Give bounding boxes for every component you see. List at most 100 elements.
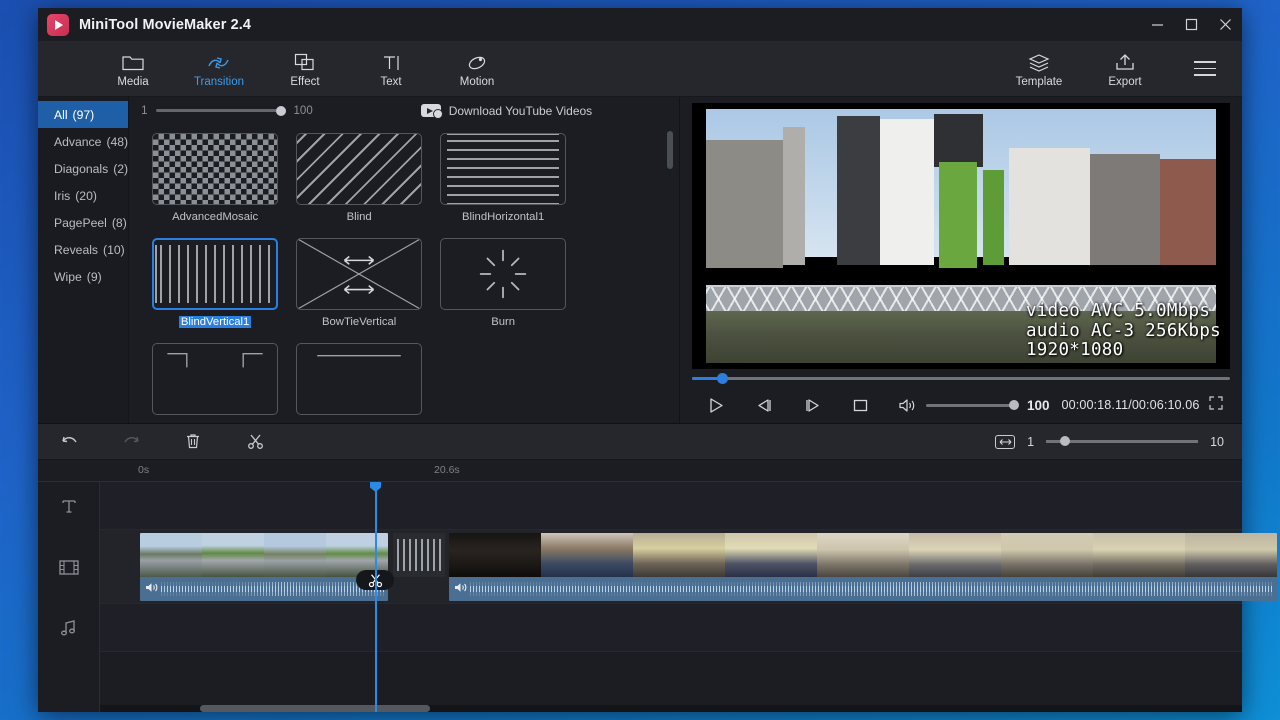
volume-slider-knob[interactable]: [1009, 400, 1019, 411]
duration-slider-knob[interactable]: [275, 105, 286, 116]
duration-min-label: 1: [141, 104, 148, 117]
lane-text[interactable]: [100, 482, 1242, 530]
timeline-zoom-control: 1 10: [995, 434, 1224, 449]
ruler-label-start: 0s: [138, 464, 150, 476]
fullscreen-icon: [1209, 396, 1224, 410]
zoom-slider-knob[interactable]: [1060, 436, 1071, 447]
category-advance[interactable]: Advance (48): [38, 128, 128, 155]
track-lanes[interactable]: [100, 482, 1277, 712]
duration-slider[interactable]: 1 100: [141, 105, 313, 117]
tab-motion-label: Motion: [459, 75, 495, 88]
timeline-transition-marker[interactable]: [393, 533, 445, 577]
hamburger-menu-icon[interactable]: [1182, 49, 1228, 89]
player-controls: 100 00:00:18.11/00:06:10.06: [692, 388, 1230, 423]
clip-frame: [1093, 533, 1185, 577]
green-structure: [982, 169, 1005, 266]
split-button[interactable]: [224, 433, 286, 450]
pillarbox-left: [692, 103, 706, 370]
horizontal-bars-pattern-icon: [447, 133, 560, 204]
play-button[interactable]: [692, 397, 740, 414]
fullscreen-button[interactable]: [1209, 396, 1224, 415]
transition-grid-scroll[interactable]: AdvancedMosaic Blind BlindHorizontal1 Bl…: [129, 125, 679, 423]
toolbar-right-group: Template Export: [996, 49, 1228, 89]
redo-button[interactable]: [100, 434, 162, 450]
ruler-inner: 0s 20.6s: [100, 460, 1242, 481]
transition-item-bowtievertical[interactable]: BowTieVertical: [287, 237, 431, 330]
overlay-resolution-line: 1920*1080: [1025, 340, 1124, 361]
transition-item-blindvertical1[interactable]: BlindVertical1: [143, 237, 287, 330]
category-iris[interactable]: Iris (20): [38, 182, 128, 209]
track-header-video[interactable]: [38, 530, 99, 604]
track-header-audio[interactable]: [38, 604, 99, 652]
delete-button[interactable]: [162, 433, 224, 450]
seek-handle[interactable]: [716, 372, 728, 384]
tab-text[interactable]: Text: [348, 50, 434, 88]
audio-waveform: [161, 580, 385, 598]
transition-thumb: [152, 132, 279, 205]
timeline-hscrollbar-thumb[interactable]: [200, 705, 430, 712]
effect-icon: [294, 50, 316, 72]
category-all[interactable]: All (97): [38, 101, 129, 128]
stop-button[interactable]: [836, 398, 884, 413]
transition-scrollbar[interactable]: [667, 130, 673, 169]
timeline-clip-cat-hammock[interactable]: [449, 533, 1277, 601]
category-reveals[interactable]: Reveals (10): [38, 236, 128, 263]
volume-icon[interactable]: [898, 398, 917, 413]
transition-item-partial-1[interactable]: [143, 342, 287, 415]
timeline-hscrollbar-trough[interactable]: [100, 705, 1242, 712]
category-diagonals[interactable]: Diagonals (2): [38, 155, 128, 182]
building: [783, 126, 805, 266]
mosaic-pattern-icon: [153, 133, 278, 204]
folder-icon: [122, 50, 144, 72]
transition-item-blind[interactable]: Blind: [287, 132, 431, 225]
transition-grid: AdvancedMosaic Blind BlindHorizontal1 Bl…: [129, 132, 679, 423]
transition-icon: [207, 50, 231, 72]
previous-frame-button[interactable]: [740, 398, 788, 413]
duration-slider-track[interactable]: [155, 105, 286, 116]
category-iris-label: Iris: [54, 188, 71, 203]
category-pagepeel[interactable]: PagePeel (8): [38, 209, 128, 236]
tab-effect[interactable]: Effect: [262, 50, 348, 88]
transition-item-blindhorizontal1[interactable]: BlindHorizontal1: [431, 132, 575, 225]
transition-item-advancedmosaic[interactable]: AdvancedMosaic: [143, 132, 287, 225]
volume-icon[interactable]: [145, 580, 159, 598]
transition-item-partial-2[interactable]: [287, 342, 431, 415]
video-preview[interactable]: video AVC 5.0Mbps audio AC-3 256Kbps 192…: [692, 103, 1230, 370]
lane-video[interactable]: [100, 530, 1277, 604]
transition-label: Burn: [491, 315, 516, 328]
tab-motion[interactable]: Motion: [434, 50, 520, 88]
tab-template-label: Template: [1015, 75, 1063, 88]
export-button[interactable]: Export: [1082, 50, 1168, 88]
track-header-text[interactable]: [38, 482, 99, 530]
volume-control[interactable]: 100: [898, 398, 1050, 413]
maximize-button[interactable]: [1174, 8, 1208, 41]
tab-media[interactable]: Media: [90, 50, 176, 88]
category-reveals-label: Reveals: [54, 242, 99, 257]
tab-transition[interactable]: Transition: [176, 50, 262, 88]
zoom-slider-track[interactable]: [1046, 436, 1199, 447]
tab-template[interactable]: Template: [996, 50, 1082, 88]
timeline-clip-city-bridge[interactable]: [140, 533, 388, 601]
building: [1160, 158, 1225, 266]
lane-audio[interactable]: [100, 604, 1242, 652]
seek-bar[interactable]: [692, 372, 1230, 384]
next-frame-button[interactable]: [788, 398, 836, 413]
fit-to-screen-icon[interactable]: [995, 434, 1016, 449]
timeline-playhead[interactable]: [370, 482, 381, 712]
tab-media-label: Media: [117, 75, 149, 88]
minimize-button[interactable]: [1140, 8, 1174, 41]
category-advance-count: (48): [106, 134, 129, 149]
track-headers: [38, 482, 100, 712]
category-sidebar: All (97) Advance (48) Diagonals (2) Iris…: [38, 97, 130, 423]
category-all-count: (97): [72, 107, 95, 122]
building: [1090, 153, 1161, 266]
category-wipe[interactable]: Wipe (9): [38, 263, 128, 290]
transition-label: Blind: [346, 210, 372, 223]
transition-item-burn[interactable]: Burn: [431, 237, 575, 330]
volume-icon[interactable]: [454, 580, 468, 598]
timeline-ruler[interactable]: 0s 20.6s: [38, 460, 1242, 482]
undo-button[interactable]: [38, 434, 100, 450]
close-button[interactable]: [1208, 8, 1242, 41]
volume-slider-track[interactable]: [926, 400, 1019, 411]
download-youtube-videos-button[interactable]: Download YouTube Videos: [420, 104, 592, 120]
